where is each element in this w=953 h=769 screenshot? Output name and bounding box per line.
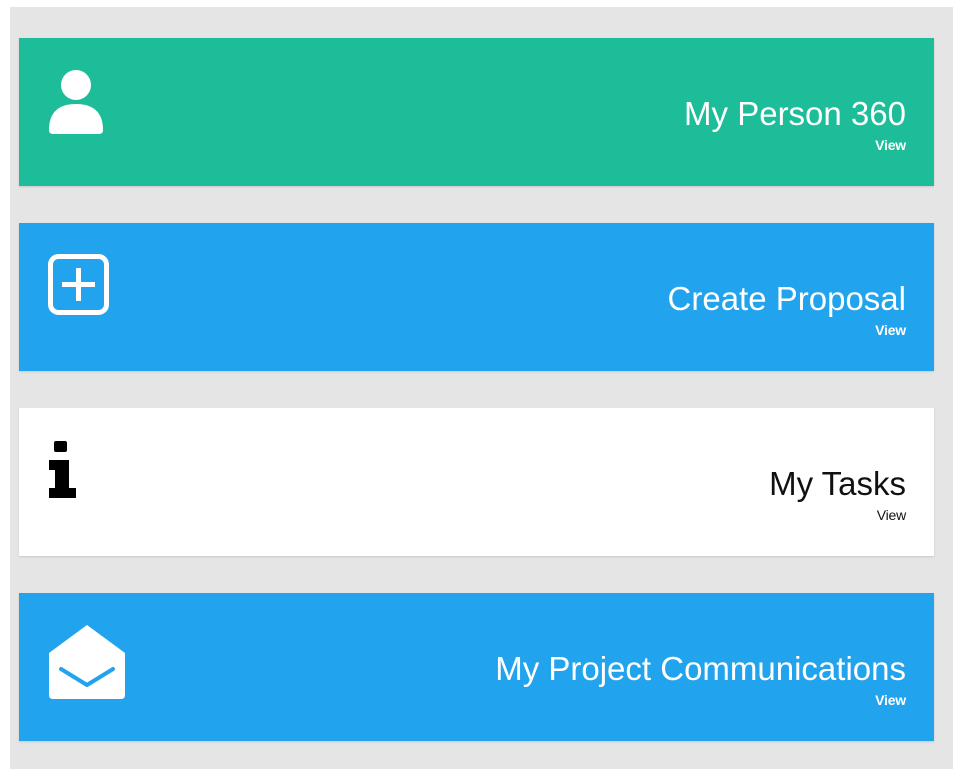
tile-title: Create Proposal: [667, 280, 906, 317]
view-link[interactable]: View: [875, 692, 906, 708]
view-link[interactable]: View: [875, 322, 906, 338]
tile-title: My Tasks: [769, 465, 906, 502]
tile-my-project-communications[interactable]: My Project Communications View: [19, 593, 934, 741]
envelope-open-icon: [47, 623, 127, 708]
tile-my-person-360[interactable]: My Person 360 View: [19, 38, 934, 186]
view-link[interactable]: View: [875, 137, 906, 153]
tile-my-tasks[interactable]: My Tasks View: [19, 408, 934, 556]
user-icon: [47, 68, 105, 141]
tile-title: My Project Communications: [495, 650, 906, 687]
view-link[interactable]: View: [877, 507, 906, 523]
info-icon: [47, 438, 81, 507]
tile-create-proposal[interactable]: Create Proposal View: [19, 223, 934, 371]
tile-title: My Person 360: [684, 95, 906, 132]
plus-square-icon: [47, 253, 111, 322]
